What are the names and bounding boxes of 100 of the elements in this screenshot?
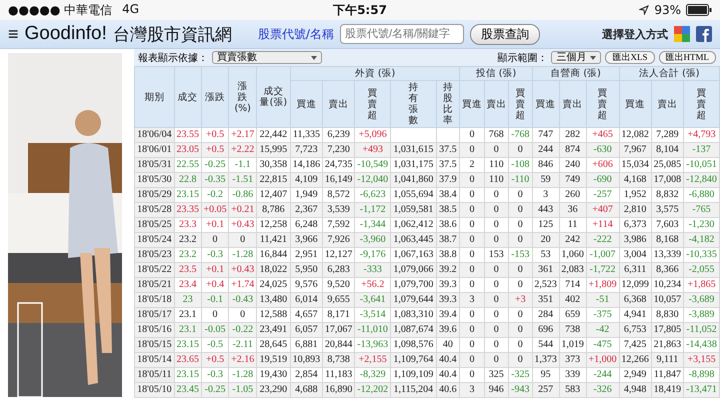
search-button[interactable]: 股票查詢 xyxy=(470,24,540,44)
table-cell: 8,366 xyxy=(651,262,684,278)
date-cell: 18'05/31 xyxy=(134,158,174,172)
column-header: 買進 xyxy=(619,80,652,128)
table-cell: 6,283 xyxy=(322,262,355,278)
table-cell: 1,079,066 xyxy=(390,262,436,278)
basis-dropdown[interactable]: 買賣張數 xyxy=(212,51,322,64)
clock-time: 下午5:57 xyxy=(333,2,387,18)
column-header: 成交量(張) xyxy=(256,66,290,128)
table-cell: +3,155 xyxy=(684,352,720,368)
table-cell: -13,471 xyxy=(684,382,720,398)
table-cell: 6,753 xyxy=(619,322,652,338)
column-header: 買進 xyxy=(460,80,484,128)
table-cell: 12,266 xyxy=(619,352,652,368)
column-header: 持有張數 xyxy=(390,80,436,128)
table-cell: 373 xyxy=(559,352,586,368)
table-cell: -1.05 xyxy=(228,382,256,398)
table-cell: 23,290 xyxy=(256,382,290,398)
column-header: 期別 xyxy=(134,66,174,128)
export-button[interactable]: 匯出HTML xyxy=(658,51,716,64)
table-cell: 22,815 xyxy=(256,172,290,188)
battery-percent: 93% xyxy=(654,3,681,17)
table-cell: -4,182 xyxy=(684,232,720,248)
table-cell: 18,022 xyxy=(256,262,290,278)
date-cell: 18'05/11 xyxy=(134,368,174,382)
table-cell: -0.35 xyxy=(201,172,229,188)
table-cell: -51 xyxy=(586,292,620,308)
table-cell: 17,805 xyxy=(651,322,684,338)
date-cell: 18'05/21 xyxy=(134,278,174,292)
column-header: 成交 xyxy=(174,66,202,128)
table-cell: 583 xyxy=(559,382,586,398)
table-cell: +407 xyxy=(586,202,620,218)
table-cell: 8,786 xyxy=(256,202,290,218)
table-cell: 17,008 xyxy=(651,172,684,188)
table-cell: 23.35 xyxy=(174,202,202,218)
table-cell: 59 xyxy=(532,172,560,188)
location-icon xyxy=(639,5,650,15)
battery-icon xyxy=(686,4,712,16)
table-cell: 6,014 xyxy=(290,292,323,308)
column-header: 賣出 xyxy=(559,80,586,128)
table-cell: 5,950 xyxy=(290,262,323,278)
table-cell: 874 xyxy=(559,142,586,158)
search-label-link[interactable]: 股票代號/名稱 xyxy=(258,26,334,42)
basis-label: 報表顯示依據： xyxy=(138,52,208,64)
table-cell: -1.51 xyxy=(228,172,256,188)
table-cell: -3,641 xyxy=(354,292,391,308)
table-cell: 8,104 xyxy=(651,142,684,158)
table-cell: 361 xyxy=(532,262,560,278)
table-cell: -765 xyxy=(684,202,720,218)
table-cell: +0.43 xyxy=(228,262,256,278)
table-cell: 1,059,581 xyxy=(390,202,436,218)
table-cell: 20 xyxy=(532,232,560,248)
range-dropdown[interactable]: 三個月 xyxy=(551,51,602,64)
group-header: 外資 (張) xyxy=(290,66,460,80)
group-header: 法人合計 (張) xyxy=(619,66,720,80)
table-cell: 8,168 xyxy=(651,232,684,248)
table-cell: 36 xyxy=(559,202,586,218)
table-cell: 1,373 xyxy=(532,352,560,368)
table-cell: 3,986 xyxy=(619,232,652,248)
table-cell: 0 xyxy=(201,232,229,248)
column-header: 漲跌 xyxy=(201,66,229,128)
column-header: 買賣超 xyxy=(684,80,720,128)
table-cell: +493 xyxy=(354,142,391,158)
table-cell: 13,480 xyxy=(256,292,290,308)
table-cell: 3,966 xyxy=(290,232,323,248)
table-cell: 4,168 xyxy=(619,172,652,188)
table-cell: 4,109 xyxy=(290,172,323,188)
menu-button[interactable]: ≡ xyxy=(8,24,19,44)
table-cell: 3,539 xyxy=(322,202,355,218)
table-cell: 6,057 xyxy=(290,322,323,338)
search-field[interactable]: 股票代號/名稱/關鍵字 xyxy=(340,24,464,44)
table-cell: 242 xyxy=(559,232,586,248)
table-cell: -3,689 xyxy=(684,292,720,308)
group-header: 投信 (張) xyxy=(460,66,532,80)
table-cell: 0 xyxy=(484,292,508,308)
table-cell: 9,111 xyxy=(651,352,684,368)
table-cell: 1,041,860 xyxy=(390,172,436,188)
column-header: 買賣超 xyxy=(586,80,620,128)
table-cell: 23.5 xyxy=(174,262,202,278)
table-cell: -12,840 xyxy=(684,172,720,188)
table-cell: 23.65 xyxy=(174,352,202,368)
column-header: 買賣超 xyxy=(508,80,532,128)
column-header: 持股比率 xyxy=(436,80,460,128)
table-cell: -0.1 xyxy=(201,292,229,308)
table-cell: 23.1 xyxy=(174,322,202,338)
table-cell: -11,052 xyxy=(684,322,720,338)
export-button[interactable]: 匯出XLS xyxy=(605,51,654,64)
date-cell: 18'06/04 xyxy=(134,128,174,142)
table-cell: +2,155 xyxy=(354,352,391,368)
table-cell: +0.5 xyxy=(201,142,229,158)
table-cell: 22.8 xyxy=(174,172,202,188)
login-f-icon[interactable] xyxy=(696,26,712,42)
table-cell: 946 xyxy=(484,382,508,398)
site-logo[interactable]: Goodinfo! xyxy=(24,23,107,45)
table-cell: 3,575 xyxy=(651,202,684,218)
table-cell: 23.05 xyxy=(174,142,202,158)
table-cell: -1,172 xyxy=(354,202,391,218)
table-cell: 9,655 xyxy=(322,292,355,308)
table-cell: -137 xyxy=(684,142,720,158)
table-cell: 7,230 xyxy=(322,142,355,158)
